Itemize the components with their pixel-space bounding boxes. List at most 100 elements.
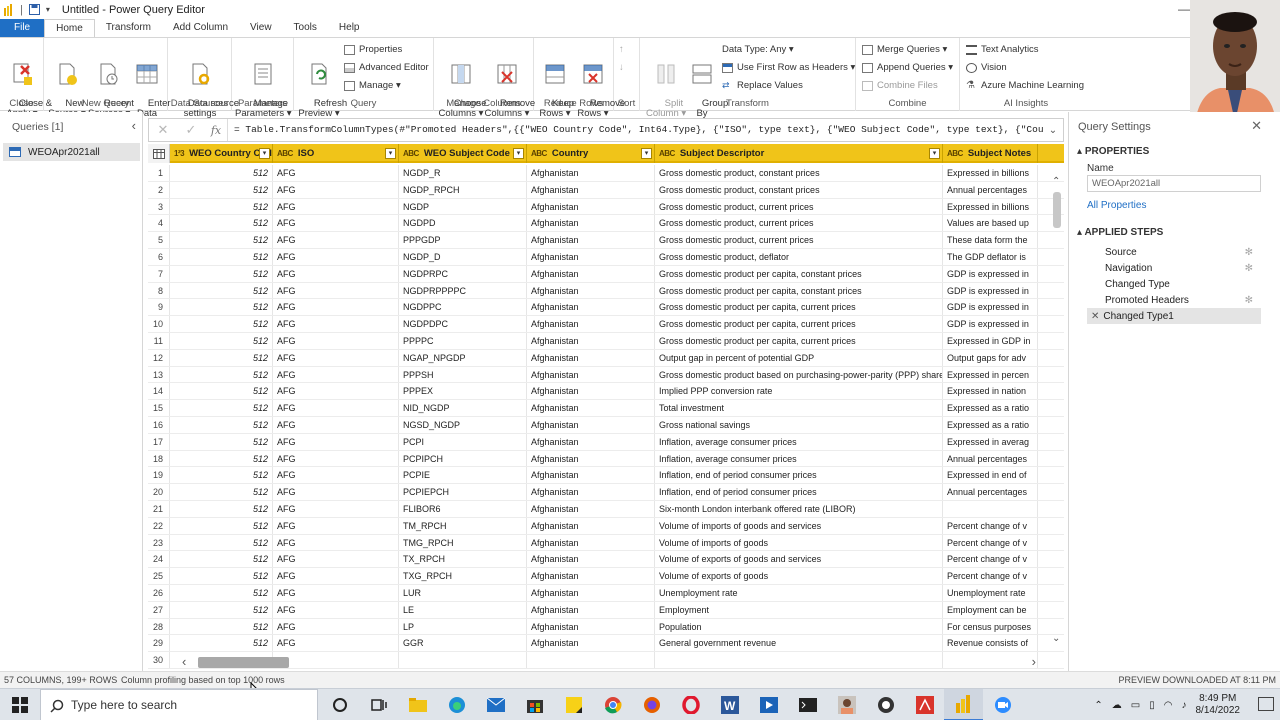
cortana-icon[interactable] bbox=[320, 689, 359, 720]
table-cell[interactable]: AFG bbox=[273, 299, 399, 316]
column-header[interactable]: ABC ISO ▾ bbox=[273, 144, 399, 163]
table-cell[interactable]: AFG bbox=[273, 467, 399, 484]
table-row[interactable]: 9 512 AFG NGDPPC Afghanistan Gross domestic p… bbox=[148, 299, 1064, 317]
table-cell[interactable]: AFG bbox=[273, 400, 399, 416]
column-header[interactable]: 1²3 WEO Country Code ▾ bbox=[170, 144, 273, 163]
expand-formula-icon[interactable]: ⌄ bbox=[1043, 125, 1063, 136]
table-row[interactable]: 10 512 AFG NGDPDPC Afghanistan Gross domestic… bbox=[148, 316, 1064, 333]
windows-start-icon[interactable] bbox=[0, 689, 40, 720]
gear-icon[interactable]: ✻ bbox=[1245, 247, 1253, 258]
firefox-icon[interactable] bbox=[632, 689, 671, 720]
append-queries-button[interactable]: Append Queries ▾ bbox=[862, 62, 953, 73]
collapse-pane-icon[interactable]: ‹ bbox=[132, 118, 136, 133]
table-row[interactable]: 2 512 AFG NGDP_RPCH Afghanistan Gross domesti… bbox=[148, 181, 1064, 199]
step-changed-type1[interactable]: ✕ Changed Type1 bbox=[1087, 308, 1261, 324]
zoom-icon[interactable] bbox=[983, 689, 1022, 720]
step-source[interactable]: Source ✻ bbox=[1087, 244, 1261, 260]
acrobat-icon[interactable] bbox=[905, 689, 944, 720]
table-cell[interactable]: 512 bbox=[170, 400, 273, 416]
table-cell[interactable]: 512 bbox=[170, 584, 273, 601]
table-cell[interactable]: Expressed in end of bbox=[943, 467, 1038, 484]
fx-icon[interactable]: fx bbox=[205, 124, 227, 137]
choose-columns-button[interactable]: Choose Columns ▾ bbox=[438, 42, 487, 129]
table-cell[interactable]: AFG bbox=[273, 551, 399, 568]
table-cell[interactable]: 512 bbox=[170, 551, 273, 568]
table-row[interactable]: 4 512 AFG NGDPD Afghanistan Gross domestic pr… bbox=[148, 215, 1064, 233]
table-cell[interactable]: Percent change of v bbox=[943, 551, 1038, 568]
taskbar-search-box[interactable]: Type here to search bbox=[40, 689, 318, 720]
table-cell[interactable]: Gross domestic product, current prices bbox=[655, 232, 943, 248]
table-cell[interactable]: AFG bbox=[273, 635, 399, 652]
table-cell[interactable]: LUR bbox=[399, 584, 527, 601]
tab-view[interactable]: View bbox=[239, 19, 283, 37]
table-cell[interactable]: AFG bbox=[273, 416, 399, 433]
table-cell[interactable]: Afghanistan bbox=[527, 500, 655, 517]
notifications-icon[interactable] bbox=[1258, 697, 1274, 711]
horizontal-scrollbar[interactable]: ‹ › bbox=[178, 654, 1048, 669]
table-cell[interactable]: 512 bbox=[170, 265, 273, 282]
table-row[interactable]: 19 512 AFG PCPIE Afghanistan Inflation, end o… bbox=[148, 467, 1064, 485]
horizontal-scroll-thumb[interactable] bbox=[198, 657, 289, 668]
table-cell[interactable]: Afghanistan bbox=[527, 265, 655, 282]
table-cell[interactable]: Afghanistan bbox=[527, 181, 655, 198]
table-row[interactable]: 1 512 AFG NGDP_R Afghanistan Gross domestic p… bbox=[148, 165, 1064, 182]
column-filter-dropdown-icon[interactable]: ▾ bbox=[385, 148, 396, 159]
combine-files-button[interactable]: Combine Files bbox=[862, 80, 938, 91]
save-icon[interactable] bbox=[28, 4, 40, 15]
obs-icon[interactable] bbox=[866, 689, 905, 720]
remove-columns-button[interactable]: Remove Columns ▾ bbox=[484, 42, 535, 129]
photo-app-icon[interactable] bbox=[827, 689, 866, 720]
column-header[interactable]: ABC Subject Notes bbox=[943, 144, 1038, 163]
applied-steps-section[interactable]: ▴ APPLIED STEPS bbox=[1077, 227, 1163, 238]
edge-icon[interactable] bbox=[437, 689, 476, 720]
table-cell[interactable]: Afghanistan bbox=[527, 332, 655, 349]
table-cell[interactable]: Gross national savings bbox=[655, 416, 943, 433]
table-cell[interactable]: Volume of exports of goods bbox=[655, 568, 943, 584]
table-cell[interactable]: Gross domestic product, constant prices bbox=[655, 165, 943, 181]
terminal-icon[interactable] bbox=[788, 689, 827, 720]
table-cell[interactable]: 512 bbox=[170, 500, 273, 517]
table-cell[interactable]: 512 bbox=[170, 332, 273, 349]
table-cell[interactable]: TMG_RPCH bbox=[399, 534, 527, 551]
table-cell[interactable]: 512 bbox=[170, 450, 273, 467]
table-cell[interactable]: Employment bbox=[655, 601, 943, 618]
table-cell[interactable]: AFG bbox=[273, 383, 399, 400]
table-cell[interactable]: 512 bbox=[170, 635, 273, 652]
formula-input[interactable]: = Table.TransformColumnTypes(#"Promoted … bbox=[227, 119, 1043, 141]
table-cell[interactable]: NGDPRPPPPC bbox=[399, 282, 527, 299]
table-cell[interactable]: Gross domestic product, current prices bbox=[655, 198, 943, 215]
file-explorer-icon[interactable] bbox=[398, 689, 437, 720]
table-cell[interactable]: 512 bbox=[170, 165, 273, 181]
table-cell[interactable]: The GDP deflator is bbox=[943, 248, 1038, 265]
table-cell[interactable]: Output gap in percent of potential GDP bbox=[655, 349, 943, 366]
table-row[interactable]: 13 512 AFG PPPSH Afghanistan Gross domestic p… bbox=[148, 366, 1064, 384]
table-cell[interactable]: LE bbox=[399, 601, 527, 618]
sort-descending-icon[interactable]: ↓ bbox=[619, 62, 624, 73]
table-cell[interactable]: Gross domestic product per capita, curre… bbox=[655, 299, 943, 316]
task-view-icon[interactable] bbox=[359, 689, 398, 720]
column-type-icon[interactable]: 1²3 bbox=[174, 149, 185, 158]
table-cell[interactable]: Expressed in GDP in bbox=[943, 332, 1038, 349]
table-cell[interactable]: 512 bbox=[170, 601, 273, 618]
table-cell[interactable]: Gross domestic product, constant prices bbox=[655, 181, 943, 198]
confirm-formula-icon[interactable]: ✓ bbox=[177, 122, 205, 138]
step-promoted-headers[interactable]: Promoted Headers ✻ bbox=[1087, 292, 1261, 308]
table-cell[interactable]: Afghanistan bbox=[527, 248, 655, 265]
table-cell[interactable]: Expressed as a ratio bbox=[943, 400, 1038, 416]
column-header[interactable]: ABC Subject Descriptor ▾ bbox=[655, 144, 943, 163]
data-source-settings-button[interactable]: Data source settings bbox=[172, 42, 239, 129]
split-column-button[interactable]: Split Column ▾ bbox=[646, 42, 686, 129]
table-cell[interactable]: Expressed in percen bbox=[943, 366, 1038, 383]
table-cell[interactable]: Afghanistan bbox=[527, 316, 655, 332]
scroll-left-icon[interactable]: ‹ bbox=[182, 654, 186, 669]
manage-query-button[interactable]: Manage ▾ bbox=[344, 80, 401, 91]
table-cell[interactable]: Percent change of v bbox=[943, 534, 1038, 551]
table-row[interactable]: 23 512 AFG TMG_RPCH Afghanistan Volume of imp… bbox=[148, 534, 1064, 552]
gear-icon[interactable]: ✻ bbox=[1245, 263, 1253, 274]
minimize-icon[interactable]: — bbox=[1178, 2, 1190, 16]
power-bi-icon[interactable] bbox=[944, 689, 983, 720]
table-cell[interactable]: For census purposes bbox=[943, 618, 1038, 635]
table-row[interactable]: 24 512 AFG TX_RPCH Afghanistan Volume of expo… bbox=[148, 551, 1064, 569]
table-cell[interactable]: NGDP_R bbox=[399, 165, 527, 181]
step-navigation[interactable]: Navigation ✻ bbox=[1087, 260, 1261, 276]
